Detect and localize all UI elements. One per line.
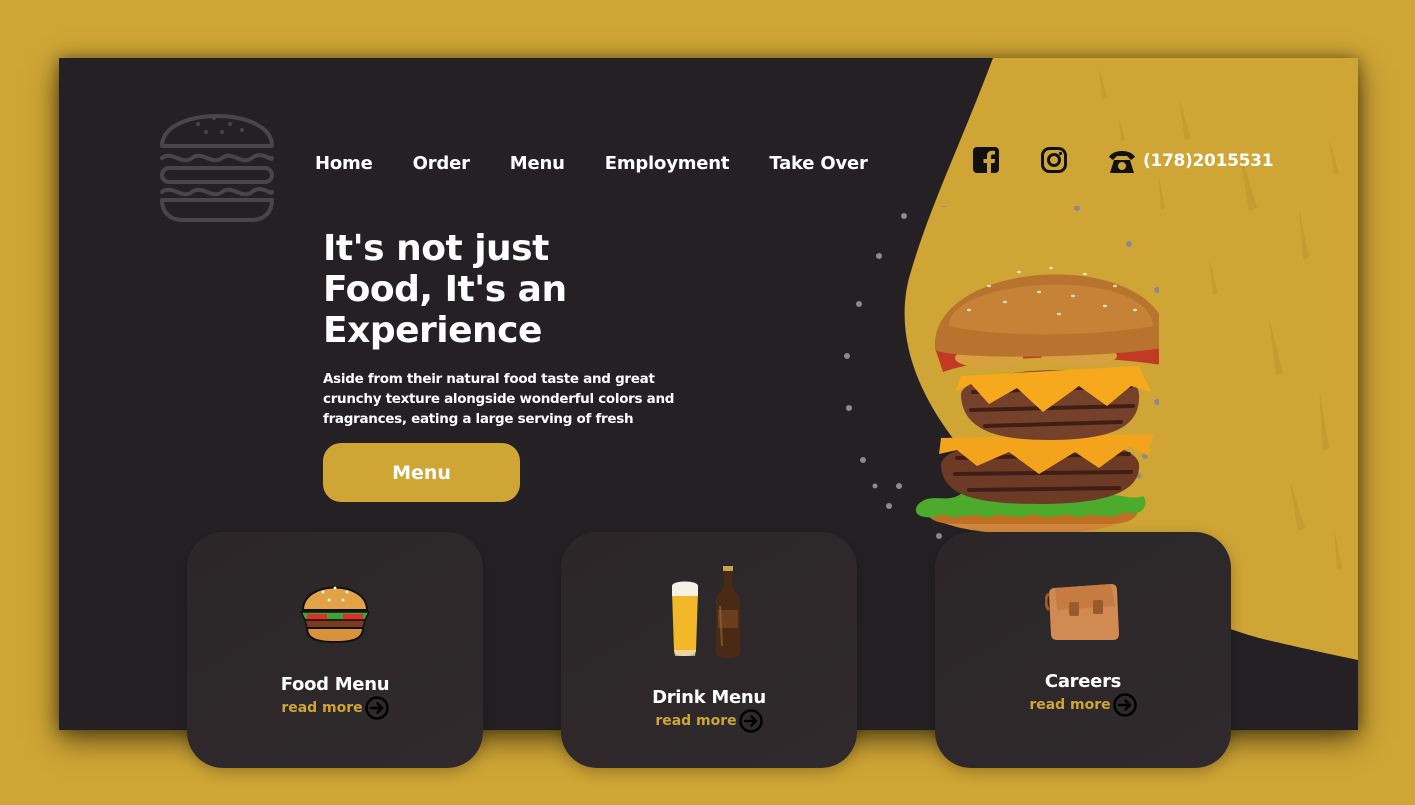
instagram-icon[interactable] [1040, 146, 1068, 174]
menu-button[interactable]: Menu [323, 443, 520, 502]
card-title: Careers [1044, 671, 1122, 692]
page: Home Order Menu Employment Take Over (17… [0, 0, 1415, 805]
food-menu-card[interactable]: Food Menu read more [187, 532, 483, 768]
arrow-right-circle-icon [738, 709, 763, 733]
card-title: Drink Menu [652, 687, 766, 708]
read-more-label: read more [655, 713, 737, 729]
headline-line-2: Food, It's an [323, 269, 567, 310]
read-more-label: read more [1029, 697, 1111, 713]
hero-headline: It's not just Food, It's an Experience [323, 228, 653, 351]
arrow-right-circle-icon [1112, 693, 1137, 717]
careers-card[interactable]: Careers read more [935, 532, 1231, 768]
hero-burger-image [844, 206, 1159, 551]
telephone-icon [1109, 151, 1135, 173]
nav-home[interactable]: Home [315, 153, 373, 174]
nav-menu[interactable]: Menu [510, 153, 565, 174]
nav-employment[interactable]: Employment [605, 153, 730, 174]
read-more-link[interactable]: read more [935, 693, 1231, 717]
hero-subtext: Aside from their natural food taste and … [323, 371, 675, 427]
headline-line-3: Experience [323, 310, 542, 351]
drink-menu-card[interactable]: Drink Menu read more [561, 532, 857, 768]
read-more-label: read more [281, 700, 363, 716]
hamburger-icon [299, 586, 371, 644]
arrow-right-circle-icon [364, 696, 389, 720]
nav-take-over[interactable]: Take Over [769, 153, 868, 174]
phone-contact[interactable]: (178)2015531 [1107, 146, 1274, 176]
facebook-icon[interactable] [972, 146, 1000, 174]
nav-order[interactable]: Order [413, 153, 470, 174]
phone-number: (178)2015531 [1143, 151, 1274, 171]
read-more-link[interactable]: read more [187, 696, 483, 720]
beer-bottle-icon [672, 566, 740, 658]
headline-line-1: It's not just [323, 228, 549, 269]
burger-logo-icon[interactable] [158, 96, 276, 224]
read-more-link[interactable]: read more [561, 709, 857, 733]
main-nav: Home Order Menu Employment Take Over [315, 153, 868, 174]
briefcase-icon [1045, 584, 1119, 640]
card-title: Food Menu [280, 674, 390, 695]
